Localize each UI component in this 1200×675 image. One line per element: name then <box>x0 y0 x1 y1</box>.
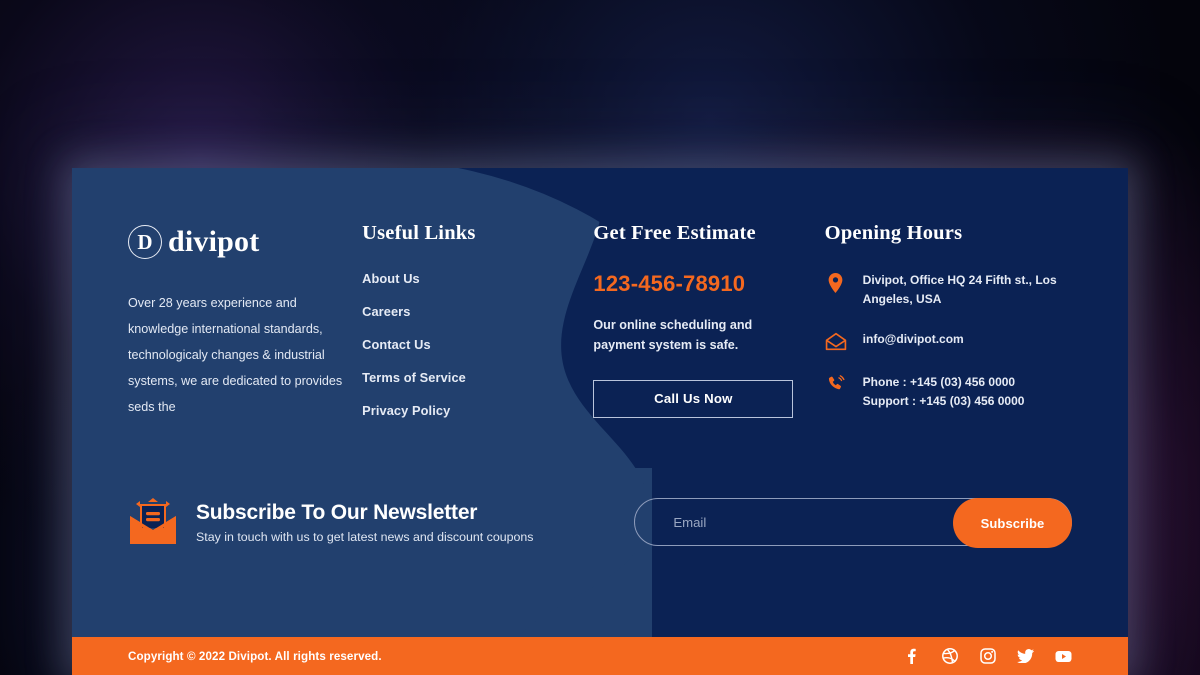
get-free-estimate-title: Get Free Estimate <box>593 222 756 244</box>
facebook-icon[interactable] <box>903 648 920 665</box>
newsletter-title: Subscribe To Our Newsletter <box>196 500 478 524</box>
logo-wordmark: divipot <box>168 225 260 258</box>
subscribe-button[interactable]: Subscribe <box>953 498 1072 548</box>
newsletter-text-block: Subscribe To Our Newsletter Stay in touc… <box>196 500 534 544</box>
logo-letter: D <box>137 229 153 254</box>
contact-email-text[interactable]: info@divipot.com <box>863 330 964 349</box>
useful-links-column: Useful Links About Us Careers Contact Us… <box>362 222 593 420</box>
sidebar-item-contact-us[interactable]: Contact Us <box>362 337 593 352</box>
opening-hours-column: Opening Hours Divipot, Office HQ 24 Fift… <box>825 222 1072 420</box>
estimate-note: Our online scheduling and payment system… <box>593 318 753 353</box>
newsletter-heading-group: Subscribe To Our Newsletter Stay in touc… <box>128 498 606 546</box>
sidebar-item-careers[interactable]: Careers <box>362 304 593 319</box>
call-us-now-button[interactable]: Call Us Now <box>593 379 794 418</box>
phone-ring-icon <box>825 373 847 394</box>
useful-links-nav: About Us Careers Contact Us Terms of Ser… <box>362 271 593 418</box>
social-links <box>903 648 1072 665</box>
contact-phone-text: Phone : +145 (03) 456 0000 Support : +14… <box>863 373 1025 410</box>
location-pin-icon <box>825 271 847 293</box>
newsletter-form: Subscribe <box>634 498 1072 548</box>
footer-columns: D divipot Over 28 years experience and k… <box>72 168 1128 420</box>
brand-column: D divipot Over 28 years experience and k… <box>128 222 362 420</box>
envelope-icon <box>825 330 847 351</box>
newsletter-subtitle: Stay in touch with us to get latest news… <box>196 530 534 545</box>
useful-links-title: Useful Links <box>362 222 476 244</box>
sidebar-item-terms-of-service[interactable]: Terms of Service <box>362 370 593 385</box>
newsletter-section: Subscribe To Our Newsletter Stay in touc… <box>72 498 1128 548</box>
footer-card: D divipot Over 28 years experience and k… <box>72 168 1128 675</box>
logo-circle-icon: D <box>128 225 162 259</box>
brand-logo[interactable]: D divipot <box>128 222 362 262</box>
newsletter-envelope-icon <box>128 498 178 546</box>
youtube-icon[interactable] <box>1055 648 1072 665</box>
sidebar-item-about-us[interactable]: About Us <box>362 271 593 286</box>
contact-row-address: Divipot, Office HQ 24 Fifth st., Los Ang… <box>825 271 1072 308</box>
contact-address-text: Divipot, Office HQ 24 Fifth st., Los Ang… <box>862 273 1057 306</box>
copyright-text: Copyright © 2022 Divipot. All rights res… <box>128 649 382 663</box>
contact-row-email: info@divipot.com <box>825 330 1072 351</box>
contact-row-phone: Phone : +145 (03) 456 0000 Support : +14… <box>825 373 1072 410</box>
get-free-estimate-column: Get Free Estimate 123-456-78910 Our onli… <box>593 222 824 420</box>
estimate-phone-number[interactable]: 123-456-78910 <box>593 271 824 297</box>
twitter-icon[interactable] <box>1017 648 1034 665</box>
footer-bottom-bar: Copyright © 2022 Divipot. All rights res… <box>72 637 1128 675</box>
dribbble-icon[interactable] <box>941 648 958 665</box>
opening-hours-title: Opening Hours <box>824 222 963 244</box>
instagram-icon[interactable] <box>979 648 996 665</box>
contact-phone-line: Phone : +145 (03) 456 0000 Support : +14… <box>862 375 1025 408</box>
brand-description: Over 28 years experience and knowledge i… <box>128 296 343 415</box>
sidebar-item-privacy-policy[interactable]: Privacy Policy <box>362 403 593 418</box>
